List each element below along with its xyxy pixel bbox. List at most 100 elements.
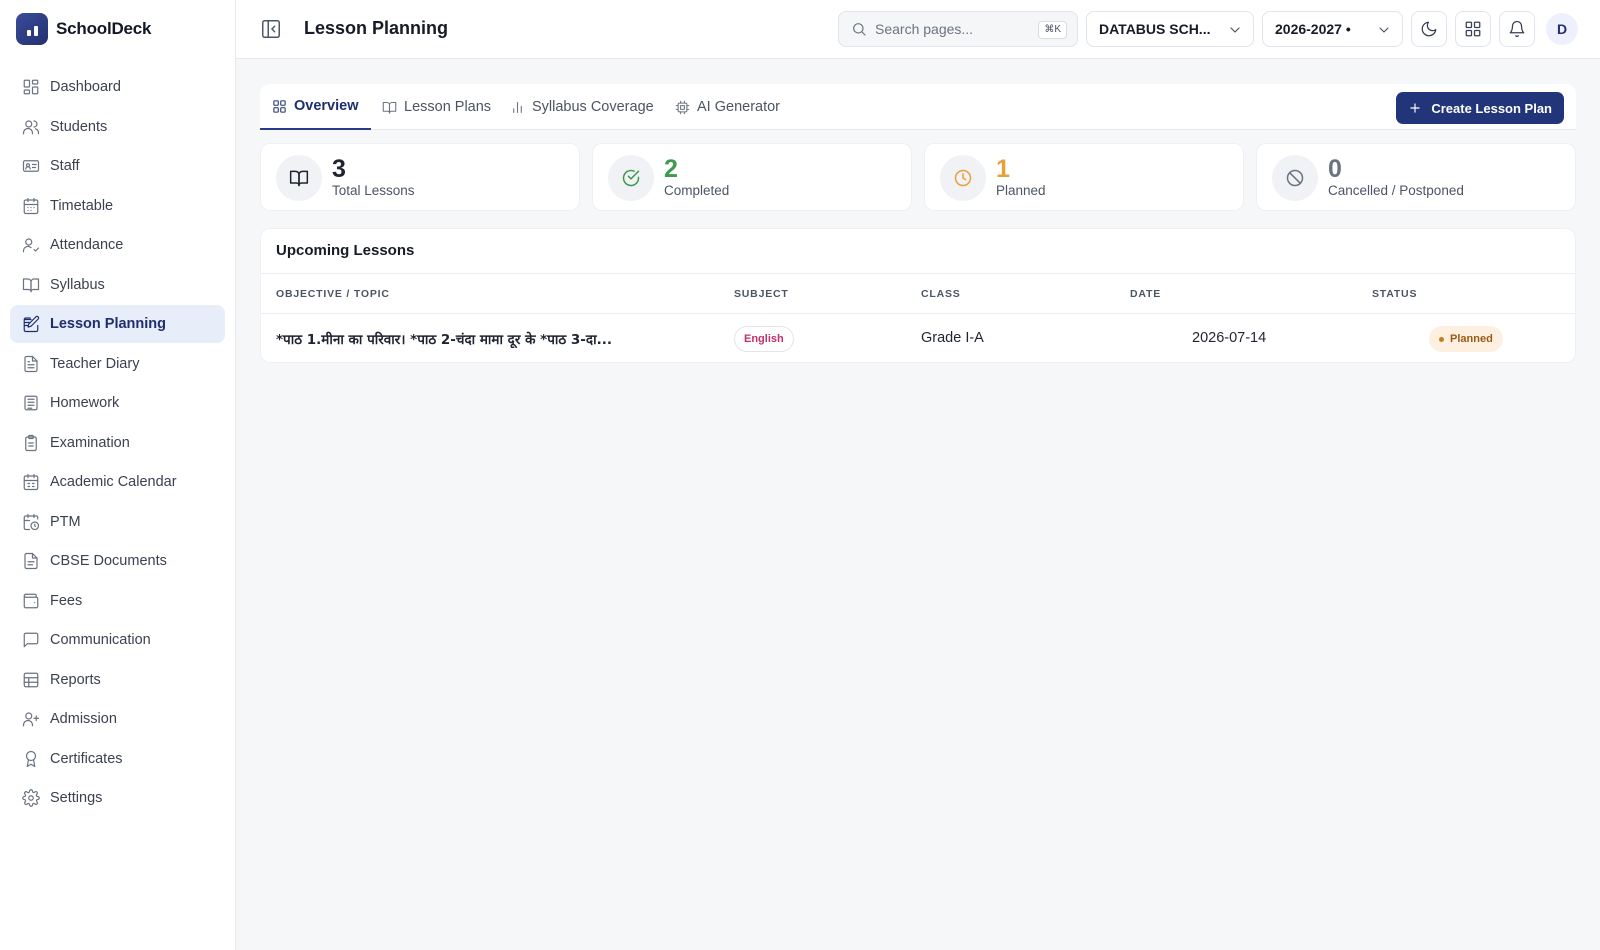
page-title: Lesson Planning [304,18,449,38]
stat-value: 3 [332,155,346,183]
avatar[interactable]: D [1546,13,1578,45]
upcoming-lessons-title: Upcoming Lessons [276,242,415,259]
sidebar-item-label: Fees [50,592,83,609]
calendar-clock-icon [23,513,40,530]
stat-label: Completed [664,183,730,198]
sidebar-nav: Dashboard Students Staff Timetable Atten… [0,68,235,817]
sidebar-item-label: Homework [50,395,120,411]
book-open-icon [22,277,40,292]
brand[interactable]: SchoolDeck [0,0,235,58]
lesson-topic: *पाठ 1.मीना का परिवार। *पाठ 2-चंदा मामा … [276,332,612,348]
sidebar-item-lesson-planning[interactable]: Lesson Planning [10,305,225,343]
sidebar-item-syllabus[interactable]: Syllabus [10,266,225,304]
column-header: SUBJECT [734,288,789,300]
sidebar-item-label: CBSE Documents [50,553,167,569]
stat-card-cancelled: 0 Cancelled / Postponed [1256,143,1576,211]
notifications-button[interactable] [1499,11,1535,47]
sidebar-item-label: PTM [50,513,81,530]
sidebar-item-timetable[interactable]: Timetable [10,187,225,225]
tab-overview[interactable]: Overview [260,84,371,130]
clock-icon [954,169,972,187]
sidebar-item-academic-calendar[interactable]: Academic Calendar [10,463,225,501]
sidebar-item-label: Dashboard [50,79,121,95]
sidebar-item-teacher-diary[interactable]: Teacher Diary [10,345,225,383]
sidebar-item-label: Attendance [50,237,124,253]
subject-badge: English [734,326,794,352]
tab-label: Overview [294,98,359,114]
moon-icon [1421,21,1437,37]
tab-label: Syllabus Coverage [532,99,654,115]
sidebar: SchoolDeck Dashboard Students Staff Time… [0,0,236,950]
tab-ai-generator[interactable]: AI Generator [663,84,792,130]
sidebar-item-certificates[interactable]: Certificates [10,740,225,778]
stat-value: 2 [664,155,678,183]
sidebar-item-students[interactable]: Students [10,108,225,146]
status-badge: Planned [1429,326,1503,352]
gear-icon [22,789,40,807]
sidebar-item-label: Syllabus [50,276,105,293]
book-open-icon [289,170,309,187]
search-box[interactable]: ⌘K [838,11,1078,47]
create-lesson-plan-label: Create Lesson Plan [1431,100,1552,116]
sidebar-item-cbse-documents[interactable]: CBSE Documents [10,542,225,580]
sidebar-item-reports[interactable]: Reports [10,661,225,699]
apps-button[interactable] [1455,11,1491,47]
grid-icon [1465,21,1481,37]
tab-label: AI Generator [697,99,781,115]
stat-value: 1 [996,155,1010,183]
sidebar-item-dashboard[interactable]: Dashboard [10,68,225,106]
sidebar-item-label: Admission [50,711,117,727]
academic-year-select[interactable]: 2026-2027 • [1262,11,1403,47]
book-open-icon [382,101,397,114]
sidebar-item-attendance[interactable]: Attendance [10,226,225,264]
tab-label: Lesson Plans [404,99,492,115]
top-header: Lesson Planning ⌘K DATABUS SCH... 2026-2… [236,0,1600,59]
sidebar-item-fees[interactable]: Fees [10,582,225,620]
sidebar-item-homework[interactable]: Homework [10,384,225,422]
school-select-value: DATABUS SCH... [1099,21,1211,37]
sidebar-item-label: Students [50,118,108,135]
wallet-icon [23,593,39,608]
calendar-days-icon [23,473,39,491]
message-icon [23,632,39,648]
stat-icon-wrap [940,155,986,201]
sidebar-item-label: Staff [50,158,80,174]
sidebar-item-label: Academic Calendar [50,474,177,490]
sidebar-item-settings[interactable]: Settings [10,779,225,817]
sidebar-toggle-button[interactable] [260,18,282,40]
table-row[interactable]: *पाठ 1.मीना का परिवार। *पाठ 2-चंदा मामा … [261,314,1575,362]
tabs-bar: Overview Lesson Plans Syllabus Coverage … [260,84,1576,130]
notebook-icon [24,355,38,372]
school-select[interactable]: DATABUS SCH... [1086,11,1254,47]
dashboard-icon [23,79,39,95]
list-icon [24,395,38,411]
column-header: CLASS [921,288,961,300]
table-header: OBJECTIVE / TOPIC SUBJECT CLASS DATE STA… [261,273,1575,314]
sidebar-item-label: Teacher Diary [50,355,140,372]
award-icon [25,750,37,767]
column-header: DATE [1130,288,1162,300]
sidebar-item-label: Timetable [50,197,114,214]
sidebar-item-examination[interactable]: Examination [10,424,225,462]
theme-toggle-button[interactable] [1411,11,1447,47]
tab-syllabus-coverage[interactable]: Syllabus Coverage [498,84,666,130]
sidebar-item-label: Communication [50,632,151,648]
edit-list-icon [23,315,40,333]
create-lesson-plan-button[interactable]: Create Lesson Plan [1396,92,1564,124]
users-icon [22,119,40,134]
sidebar-item-staff[interactable]: Staff [10,147,225,185]
sidebar-item-admission[interactable]: Admission [10,700,225,738]
sidebar-item-ptm[interactable]: PTM [10,503,225,541]
stat-icon-wrap [1272,155,1318,201]
calendar-icon [23,197,39,214]
stat-card-total-lessons: 3 Total Lessons [260,143,580,211]
app-logo-icon [16,13,48,45]
tab-lesson-plans[interactable]: Lesson Plans [370,84,503,130]
panel-left-icon [262,20,280,38]
search-icon [853,23,866,36]
sidebar-item-label: Settings [50,790,103,806]
sidebar-item-communication[interactable]: Communication [10,621,225,659]
stat-label: Total Lessons [332,183,415,198]
stat-icon-wrap [608,155,654,201]
search-input[interactable] [875,21,1025,37]
